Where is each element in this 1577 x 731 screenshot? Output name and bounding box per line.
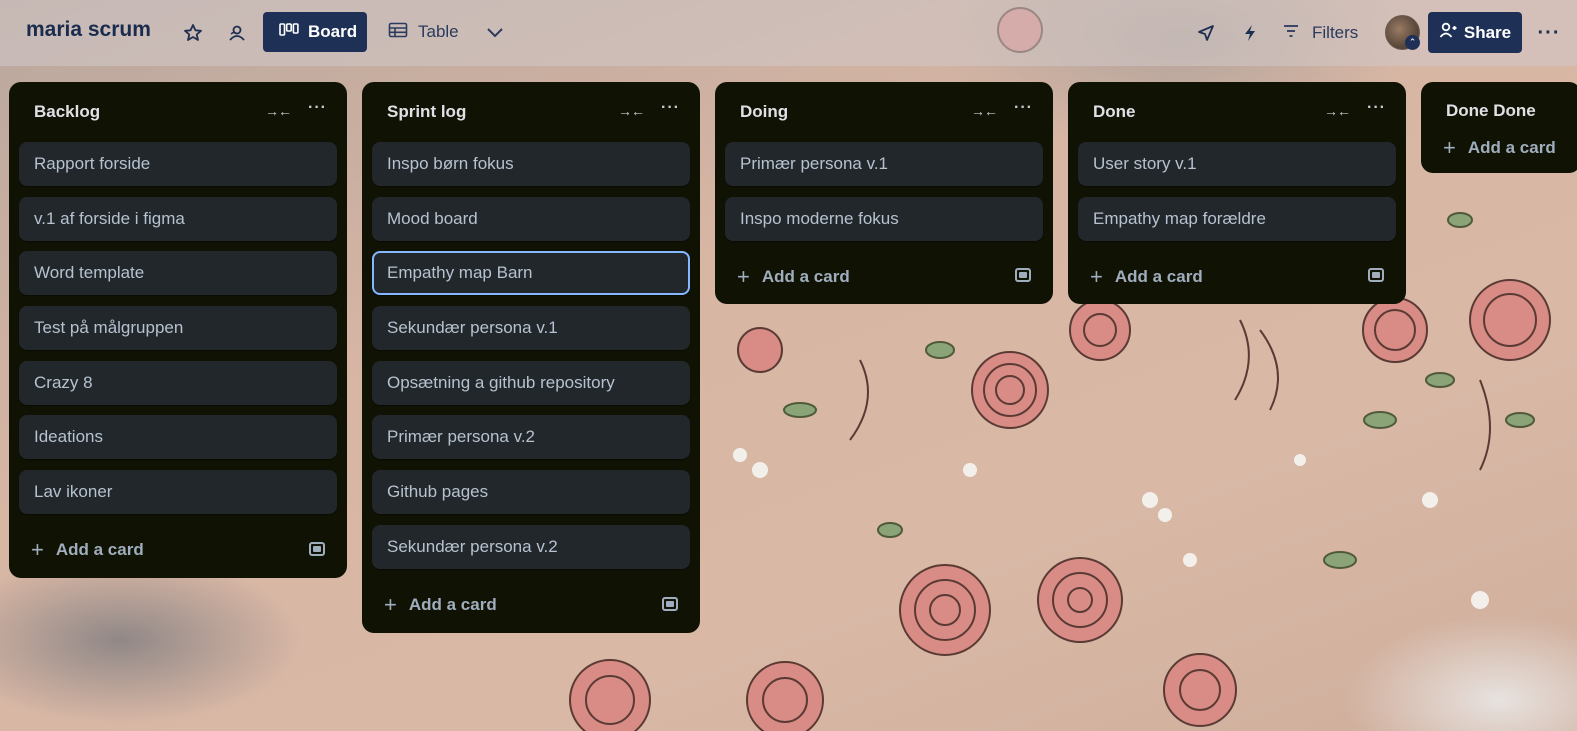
add-card-button[interactable]: + Add a card — [362, 578, 700, 633]
list-done: Done →← ··· User story v.1 Empathy map f… — [1068, 82, 1406, 305]
card[interactable]: Empathy map forældre — [1078, 196, 1396, 241]
ellipsis-icon[interactable]: ··· — [1014, 99, 1033, 117]
card[interactable]: Primær persona v.2 — [372, 415, 690, 460]
list-done-done: Done Done + Add a card — [1421, 82, 1577, 173]
list-title[interactable]: Doing — [740, 102, 788, 122]
card[interactable]: Crazy 8 — [19, 360, 337, 405]
card[interactable]: User story v.1 — [1078, 142, 1396, 186]
card[interactable]: Github pages — [372, 470, 690, 515]
template-icon[interactable] — [1015, 268, 1031, 283]
card[interactable]: Mood board — [372, 196, 690, 241]
template-icon[interactable] — [662, 596, 678, 611]
card-list: Inspo børn fokus Mood board Empathy map … — [362, 142, 700, 569]
plus-icon: + — [384, 592, 397, 617]
board-view-label: Board — [308, 22, 358, 41]
chevron-down-icon[interactable] — [481, 19, 509, 47]
ellipsis-icon[interactable]: ··· — [1367, 99, 1386, 117]
card[interactable]: Inspo moderne fokus — [725, 196, 1043, 241]
list-doing: Doing →← ··· Primær persona v.1 Inspo mo… — [715, 82, 1053, 305]
board-header: maria scrum Board Table Filters ⌃ Share … — [0, 0, 1577, 66]
collapse-arrows-icon[interactable]: →← — [971, 103, 998, 119]
list-header[interactable]: Backlog →← ··· — [9, 82, 347, 142]
ellipsis-icon[interactable]: ··· — [661, 99, 680, 117]
filters-label: Filters — [1312, 23, 1359, 42]
card-list: Rapport forside v.1 af forside i figma W… — [9, 142, 347, 515]
rocket-icon[interactable] — [1192, 19, 1220, 47]
filter-icon — [1282, 23, 1300, 43]
card-list: Primær persona v.1 Inspo moderne fokus — [715, 142, 1053, 241]
list-header[interactable]: Done →← ··· — [1068, 82, 1406, 142]
board-view-button[interactable]: Board — [263, 12, 367, 52]
list-header[interactable]: Doing →← ··· — [715, 82, 1053, 142]
plus-icon: + — [1443, 135, 1456, 160]
list-backlog: Backlog →← ··· Rapport forside v.1 af fo… — [9, 82, 347, 578]
add-card-label: Add a card — [761, 266, 850, 286]
board-menu-icon[interactable]: ··· — [1535, 19, 1563, 47]
list-title[interactable]: Done Done — [1446, 101, 1536, 121]
board-title[interactable]: maria scrum — [26, 18, 151, 42]
star-icon[interactable] — [179, 19, 207, 47]
template-icon[interactable] — [309, 541, 325, 556]
admin-badge-icon: ⌃ — [1405, 35, 1420, 50]
board-columns-icon — [279, 22, 299, 43]
plus-icon: + — [31, 537, 44, 563]
add-card-label: Add a card — [1114, 266, 1203, 286]
card[interactable]: Primær persona v.1 — [725, 142, 1043, 186]
card-focused[interactable]: Empathy map Barn — [372, 251, 690, 296]
collapse-arrows-icon[interactable]: →← — [265, 103, 292, 119]
card[interactable]: Ideations — [19, 415, 337, 460]
list-title[interactable]: Sprint log — [387, 102, 466, 122]
card[interactable]: Sekundær persona v.2 — [372, 524, 690, 569]
add-card-button[interactable]: + Add a card — [9, 523, 347, 578]
card[interactable]: Test på målgruppen — [19, 306, 337, 351]
table-view-button[interactable]: Table — [386, 12, 482, 52]
card[interactable]: Opsætning a github repository — [372, 360, 690, 405]
card[interactable]: v.1 af forside i figma — [19, 196, 337, 241]
table-icon — [388, 22, 408, 43]
card[interactable]: Sekundær persona v.1 — [372, 306, 690, 351]
lightning-icon[interactable] — [1236, 19, 1264, 47]
share-button[interactable]: Share — [1428, 12, 1522, 53]
add-person-icon — [1439, 21, 1457, 44]
ellipsis-icon[interactable]: ··· — [308, 99, 327, 117]
people-icon[interactable] — [223, 19, 251, 47]
card[interactable]: Lav ikoner — [19, 470, 337, 515]
list-title[interactable]: Done — [1093, 102, 1136, 122]
add-card-label: Add a card — [1467, 138, 1556, 157]
list-header[interactable]: Sprint log →← ··· — [362, 82, 700, 142]
plus-icon: + — [737, 263, 750, 289]
add-card-button[interactable]: + Add a card — [1421, 123, 1577, 173]
card[interactable]: Word template — [19, 251, 337, 296]
collapse-arrows-icon[interactable]: →← — [618, 103, 645, 119]
share-label: Share — [1463, 22, 1512, 42]
add-card-label: Add a card — [408, 595, 497, 614]
add-card-button[interactable]: + Add a card — [715, 249, 1053, 304]
collapse-arrows-icon[interactable]: →← — [1324, 103, 1351, 119]
add-card-label: Add a card — [55, 540, 144, 560]
template-icon[interactable] — [1368, 268, 1384, 283]
add-card-button[interactable]: + Add a card — [1068, 249, 1406, 304]
list-title[interactable]: Backlog — [34, 102, 100, 122]
card-list: User story v.1 Empathy map forældre — [1068, 142, 1406, 241]
plus-icon: + — [1090, 263, 1103, 289]
filters-button[interactable]: Filters — [1282, 14, 1358, 52]
card[interactable]: Rapport forside — [19, 142, 337, 186]
card[interactable]: Inspo børn fokus — [372, 142, 690, 186]
table-view-label: Table — [418, 22, 459, 41]
list-sprint-log: Sprint log →← ··· Inspo børn fokus Mood … — [362, 82, 700, 633]
